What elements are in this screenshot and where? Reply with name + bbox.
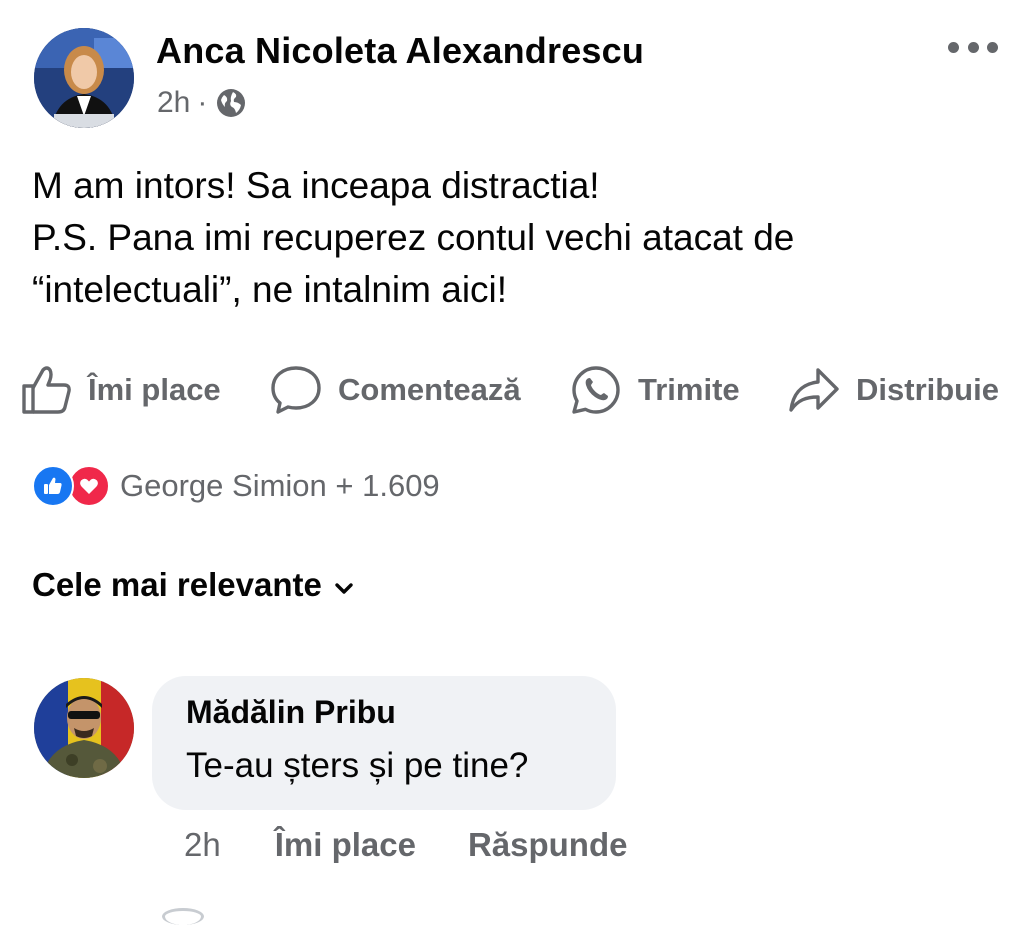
post-menu-button[interactable]: [948, 40, 998, 54]
meta-separator: ·: [197, 86, 208, 119]
post-text: M am intors! Sa inceapa distractia! P.S.…: [32, 160, 794, 316]
more-dot: [967, 41, 979, 53]
post-time[interactable]: 2h: [157, 86, 190, 120]
comment-like-button[interactable]: Îmi place: [275, 826, 416, 864]
author-avatar[interactable]: [34, 28, 134, 128]
like-reaction-icon: [32, 465, 74, 507]
next-comment-avatar-edge: [162, 908, 204, 925]
post-text-line: M am intors! Sa inceapa distractia!: [32, 165, 600, 206]
comment-icon: [270, 364, 322, 416]
reactions-text: George Simion + 1.609: [120, 468, 440, 503]
comment-actions: 2h Îmi place Răspunde: [184, 826, 627, 864]
commenter-name[interactable]: Mădălin Pribu: [186, 694, 396, 731]
globe-icon: [215, 87, 247, 119]
more-dot: [987, 41, 998, 53]
send-button[interactable]: Trimite: [570, 362, 740, 418]
love-reaction-icon: [68, 465, 110, 507]
share-label: Distribuie: [856, 372, 999, 407]
commenter-avatar[interactable]: [34, 678, 134, 778]
post-author-name[interactable]: Anca Nicoleta Alexandrescu: [156, 30, 644, 72]
sort-label: Cele mai relevante: [32, 566, 322, 603]
post-action-bar: Îmi place Comentează Trimite Distribuie: [18, 362, 1010, 418]
share-button[interactable]: Distribuie: [788, 362, 999, 418]
more-dot: [948, 41, 959, 53]
comment-reply-button[interactable]: Răspunde: [468, 826, 628, 864]
post-meta: 2h ·: [157, 86, 247, 120]
comments-sort-dropdown[interactable]: Cele mai relevante: [32, 566, 354, 604]
comment-button[interactable]: Comentează: [270, 362, 521, 418]
share-icon: [788, 364, 840, 416]
comment-time[interactable]: 2h: [184, 826, 221, 864]
post-text-line: “intelectuali”, ne intalnim aici!: [32, 269, 508, 310]
post-text-line: P.S. Pana imi recuperez contul vechi ata…: [32, 217, 795, 258]
like-button[interactable]: Îmi place: [20, 362, 221, 418]
chevron-down-icon: [322, 566, 354, 604]
like-label: Îmi place: [88, 372, 221, 407]
thumbs-up-icon: [20, 364, 74, 416]
send-label: Trimite: [638, 372, 740, 407]
comment-label: Comentează: [338, 372, 521, 407]
reactions-summary[interactable]: George Simion + 1.609: [32, 464, 440, 508]
comment-text: Te-au șters și pe tine?: [186, 746, 529, 785]
whatsapp-icon: [570, 364, 622, 416]
